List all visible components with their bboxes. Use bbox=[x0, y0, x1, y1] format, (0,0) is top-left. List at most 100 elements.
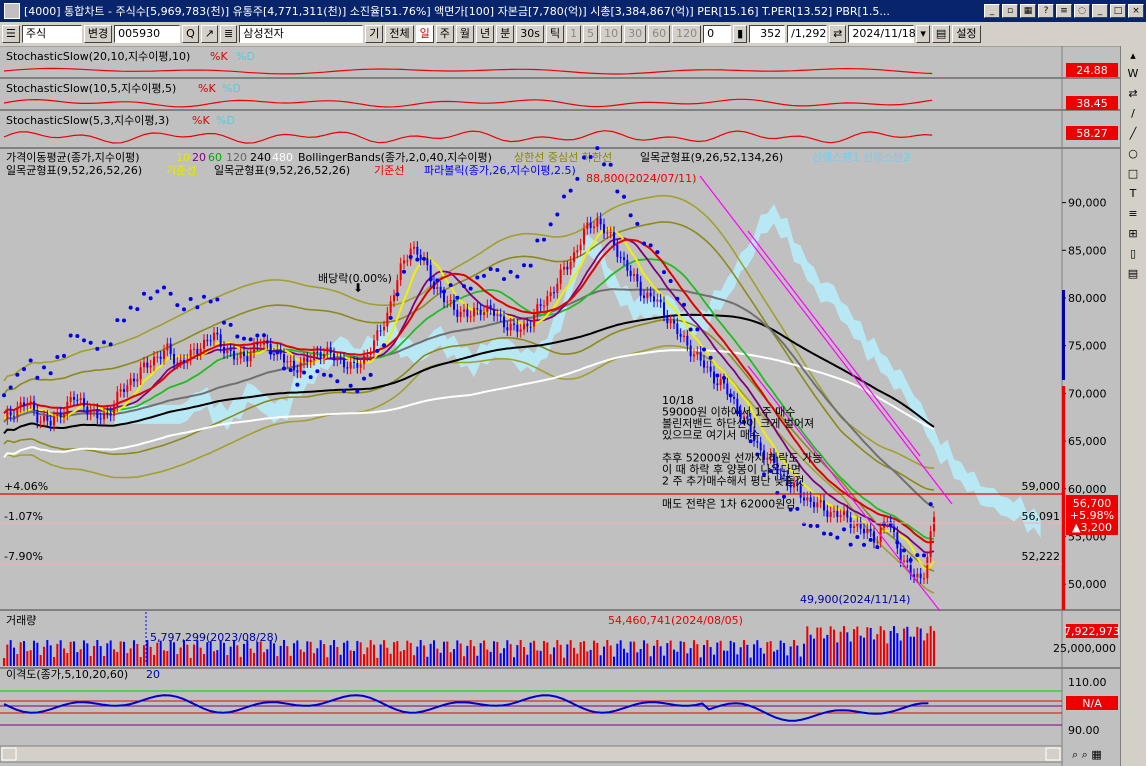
candle-body bbox=[483, 312, 485, 315]
price-tick-label: 75,000 bbox=[1068, 340, 1107, 353]
candle-body bbox=[206, 339, 209, 341]
period-minute[interactable]: 분 bbox=[496, 25, 515, 43]
code-input[interactable]: 005930 bbox=[114, 25, 181, 43]
volume-bar bbox=[853, 629, 855, 666]
bollinger-lines: 상한선 중심선 하한선 bbox=[514, 150, 612, 164]
sidebar-scroll-up[interactable]: ▴ bbox=[1124, 48, 1142, 64]
calendar-icon[interactable]: ▤ bbox=[931, 25, 951, 43]
scroll-right-button[interactable] bbox=[1045, 747, 1061, 761]
candle-body bbox=[719, 379, 722, 386]
parabolic-dot bbox=[222, 320, 226, 325]
maximize-window-button[interactable]: □ bbox=[1110, 4, 1126, 18]
candle-body bbox=[686, 335, 689, 346]
parabolic-dot bbox=[368, 372, 373, 377]
period-year[interactable]: 년 bbox=[475, 25, 495, 43]
volume-bar bbox=[446, 641, 449, 666]
volume-bar bbox=[136, 643, 139, 666]
parabolic-dot bbox=[615, 189, 620, 194]
period-all[interactable]: 전체 bbox=[385, 25, 414, 43]
sidebar-item-w[interactable]: W bbox=[1124, 66, 1142, 82]
interval-5[interactable]: 5 bbox=[583, 25, 599, 43]
candle-body bbox=[36, 410, 39, 423]
candle-body bbox=[646, 292, 649, 298]
stock-name[interactable]: 삼성전자 bbox=[239, 25, 364, 43]
total-count: /1,292 bbox=[787, 25, 828, 43]
chart-area[interactable]: StochasticSlow(20,10,지수이평,10) %K %D 24.8… bbox=[0, 46, 1120, 766]
settings-button[interactable]: 설정 bbox=[952, 25, 981, 43]
market-select[interactable]: 주식 bbox=[21, 25, 82, 43]
pct-plus: +4.06% bbox=[4, 480, 48, 493]
small-input[interactable]: 0 bbox=[703, 25, 732, 43]
candle-body bbox=[466, 309, 469, 317]
grid-button[interactable]: ▦ bbox=[1020, 4, 1036, 18]
chart-svg[interactable]: StochasticSlow(20,10,지수이평,10) %K %D 24.8… bbox=[0, 46, 1120, 766]
sidebar-item-swap[interactable]: ⇄ bbox=[1124, 86, 1142, 102]
menu-icon[interactable]: ☰ bbox=[2, 25, 20, 43]
interval-120[interactable]: 120 bbox=[672, 25, 702, 43]
date-arrow-icon[interactable]: ⇄ bbox=[829, 25, 847, 43]
window-icon[interactable] bbox=[4, 3, 20, 19]
interval-30[interactable]: 30 bbox=[624, 25, 647, 43]
candle-body bbox=[516, 324, 519, 332]
candle-body bbox=[193, 348, 195, 350]
menu-button[interactable]: ≡ bbox=[1056, 4, 1072, 18]
volume-bar bbox=[919, 628, 922, 666]
period-tick[interactable]: 틱 bbox=[545, 25, 565, 43]
minimize-button[interactable]: _ bbox=[984, 4, 1000, 18]
arrow-icon[interactable]: ↗ bbox=[200, 25, 219, 43]
volume-bar bbox=[686, 653, 689, 666]
candle-body bbox=[589, 222, 592, 228]
chart-type-icon[interactable]: ▮ bbox=[733, 25, 748, 43]
text-tool-icon[interactable]: T bbox=[1124, 186, 1142, 202]
ma-120: 120 bbox=[226, 151, 247, 164]
stoch3-d: %D bbox=[216, 114, 235, 127]
candle-body bbox=[933, 517, 935, 532]
zoom-icon[interactable]: ⌕ ⌕ ▦ bbox=[1072, 748, 1102, 761]
trade-note-line: 있으므로 여기서 매수 bbox=[662, 429, 760, 442]
period-week[interactable]: 주 bbox=[435, 25, 454, 43]
volume-bar bbox=[863, 637, 865, 666]
line-tool-icon[interactable]: / bbox=[1124, 106, 1142, 122]
period-day[interactable]: 일 bbox=[415, 25, 434, 43]
volume-bar bbox=[309, 641, 312, 666]
parabolic-dot bbox=[868, 537, 873, 542]
table-tool-icon[interactable]: ▤ bbox=[1124, 266, 1142, 282]
period-30s[interactable]: 30s bbox=[516, 25, 544, 43]
candle-body bbox=[926, 557, 929, 579]
candle-body bbox=[139, 367, 142, 380]
volume-bar bbox=[273, 643, 275, 666]
parabolic-dot bbox=[815, 524, 820, 529]
interval-10[interactable]: 10 bbox=[600, 25, 623, 43]
candle-body bbox=[226, 349, 229, 354]
period-month[interactable]: 월 bbox=[455, 25, 474, 43]
help-button[interactable]: ? bbox=[1038, 4, 1054, 18]
period-base[interactable]: 기 bbox=[365, 25, 384, 43]
scroll-left-button[interactable] bbox=[1, 747, 17, 761]
parabolic-dot bbox=[442, 289, 446, 294]
minimize-window-button[interactable]: _ bbox=[1092, 4, 1108, 18]
fib-tool-icon[interactable]: ≡ bbox=[1124, 206, 1142, 222]
rect-tool-icon[interactable]: □ bbox=[1124, 166, 1142, 182]
search-icon[interactable]: Q bbox=[182, 25, 199, 43]
interval-1[interactable]: 1 bbox=[566, 25, 582, 43]
pen-tool-icon[interactable]: ╱ bbox=[1124, 126, 1142, 142]
volume-bar bbox=[609, 645, 612, 666]
volume-bar bbox=[106, 643, 109, 666]
pin-button[interactable]: ◌ bbox=[1074, 4, 1090, 18]
erase-tool-icon[interactable]: ▯ bbox=[1124, 246, 1142, 262]
volume-bar bbox=[789, 646, 792, 666]
volume-bar bbox=[226, 655, 229, 666]
parabolic-dot bbox=[122, 318, 126, 323]
list-icon[interactable]: ≣ bbox=[220, 25, 238, 43]
circle-tool-icon[interactable]: ○ bbox=[1124, 146, 1142, 162]
interval-60[interactable]: 60 bbox=[648, 25, 671, 43]
grid-tool-icon[interactable]: ⊞ bbox=[1124, 226, 1142, 242]
count-input[interactable]: 352 bbox=[749, 25, 786, 43]
date-input[interactable]: 2024/11/18 bbox=[848, 25, 916, 43]
volume-bar bbox=[53, 656, 55, 666]
horizontal-scrollbar[interactable] bbox=[0, 745, 1063, 763]
date-dropdown[interactable]: ▾ bbox=[916, 25, 930, 43]
change-button[interactable]: 변경 bbox=[83, 25, 113, 43]
restore-button[interactable]: ▫ bbox=[1002, 4, 1018, 18]
close-window-button[interactable]: × bbox=[1128, 4, 1144, 18]
